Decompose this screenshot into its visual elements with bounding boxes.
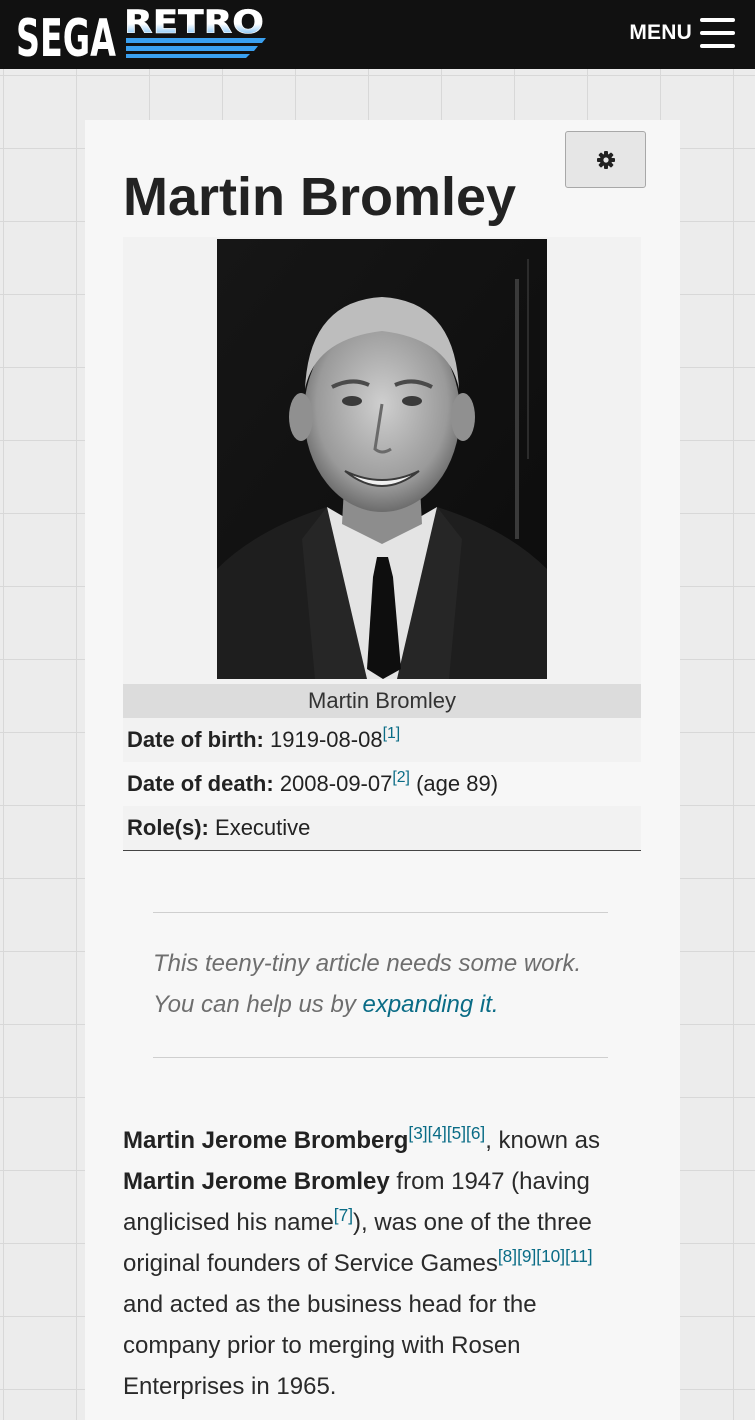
stub-line-2: You can help us by (153, 991, 363, 1018)
infobox-caption: Martin Bromley (123, 684, 641, 718)
top-bar: SEGA RETRO MENU (0, 0, 755, 69)
gear-icon (596, 150, 615, 169)
menu-button[interactable]: MENU (629, 13, 735, 53)
subject-alias-bold: Martin Jerome Bromley (123, 1168, 390, 1195)
logo-stripe (126, 38, 266, 43)
stub-line-1: This teeny-tiny article needs some work. (153, 950, 582, 977)
article-paragraph: Martin Jerome Bromberg[3][4][5][6], know… (123, 1120, 653, 1407)
birth-label: Date of birth: (127, 727, 264, 752)
birth-value: 1919-08-08 (270, 727, 383, 752)
article-text: from 1947 (having (389, 1168, 590, 1195)
article-card: Martin Bromley Martin Bromley Date of bi… (85, 120, 680, 1420)
sega-retro-logo[interactable]: SEGA RETRO (14, 2, 269, 62)
citation-link[interactable]: [10] (536, 1246, 565, 1266)
logo-retro-text: RETRO (124, 3, 264, 41)
menu-label: MENU (629, 21, 692, 44)
citation-link[interactable]: [7] (334, 1205, 353, 1225)
article-line: and acted as the business head for the (123, 1291, 537, 1318)
citation-link[interactable]: [2] (392, 769, 410, 786)
citation-link[interactable]: [3] (408, 1123, 427, 1143)
page-title: Martin Bromley (123, 167, 517, 227)
infobox-row-roles: Role(s): Executive (123, 806, 641, 851)
infobox: Martin Bromley Date of birth: 1919-08-08… (123, 237, 641, 851)
stub-notice: This teeny-tiny article needs some work.… (153, 912, 608, 1058)
hamburger-icon (700, 18, 735, 48)
infobox-image-container (123, 237, 641, 684)
logo-stripe (126, 46, 258, 51)
article-line: Martin Jerome Bromberg[3][4][5][6], know… (123, 1120, 653, 1161)
citation-link[interactable]: [9] (517, 1246, 536, 1266)
infobox-row-death: Date of death: 2008-09-07[2] (age 89) (123, 762, 641, 806)
portrait-photo[interactable] (217, 239, 547, 679)
death-label: Date of death: (127, 771, 274, 796)
article-text: anglicised his name (123, 1209, 334, 1236)
expand-article-link[interactable]: expanding it. (362, 991, 498, 1018)
article-line: company prior to merging with Rosen (123, 1332, 521, 1359)
citation-link[interactable]: [8] (498, 1246, 517, 1266)
logo-sega-text: SEGA (16, 9, 116, 62)
roles-label: Role(s): (127, 815, 209, 840)
article-text: ), was one of the three (353, 1209, 592, 1236)
death-age: (age 89) (409, 771, 499, 796)
roles-value: Executive (215, 815, 311, 840)
subject-name-bold: Martin Jerome Bromberg (123, 1127, 409, 1154)
citation-link[interactable]: [4] (428, 1123, 447, 1143)
article-text: original founders of Service Games (123, 1250, 498, 1277)
citation-link[interactable]: [11] (565, 1246, 593, 1266)
article-line: Martin Jerome Bromley from 1947 (having (123, 1161, 653, 1202)
citation-link[interactable]: [6] (466, 1123, 485, 1143)
logo-stripe (126, 54, 250, 58)
article-line: Enterprises in 1965. (123, 1373, 337, 1400)
article-line: original founders of Service Games[8][9]… (123, 1243, 653, 1284)
citation-link[interactable]: [1] (383, 725, 401, 742)
death-value: 2008-09-07 (279, 771, 393, 796)
article-line: anglicised his name[7]), was one of the … (123, 1202, 653, 1243)
infobox-row-birth: Date of birth: 1919-08-08[1] (123, 718, 641, 762)
article-text: , known as (485, 1127, 600, 1154)
stub-message: This teeny-tiny article needs some work.… (153, 943, 581, 1025)
page-settings-button[interactable] (565, 131, 646, 188)
citation-link[interactable]: [5] (447, 1123, 466, 1143)
